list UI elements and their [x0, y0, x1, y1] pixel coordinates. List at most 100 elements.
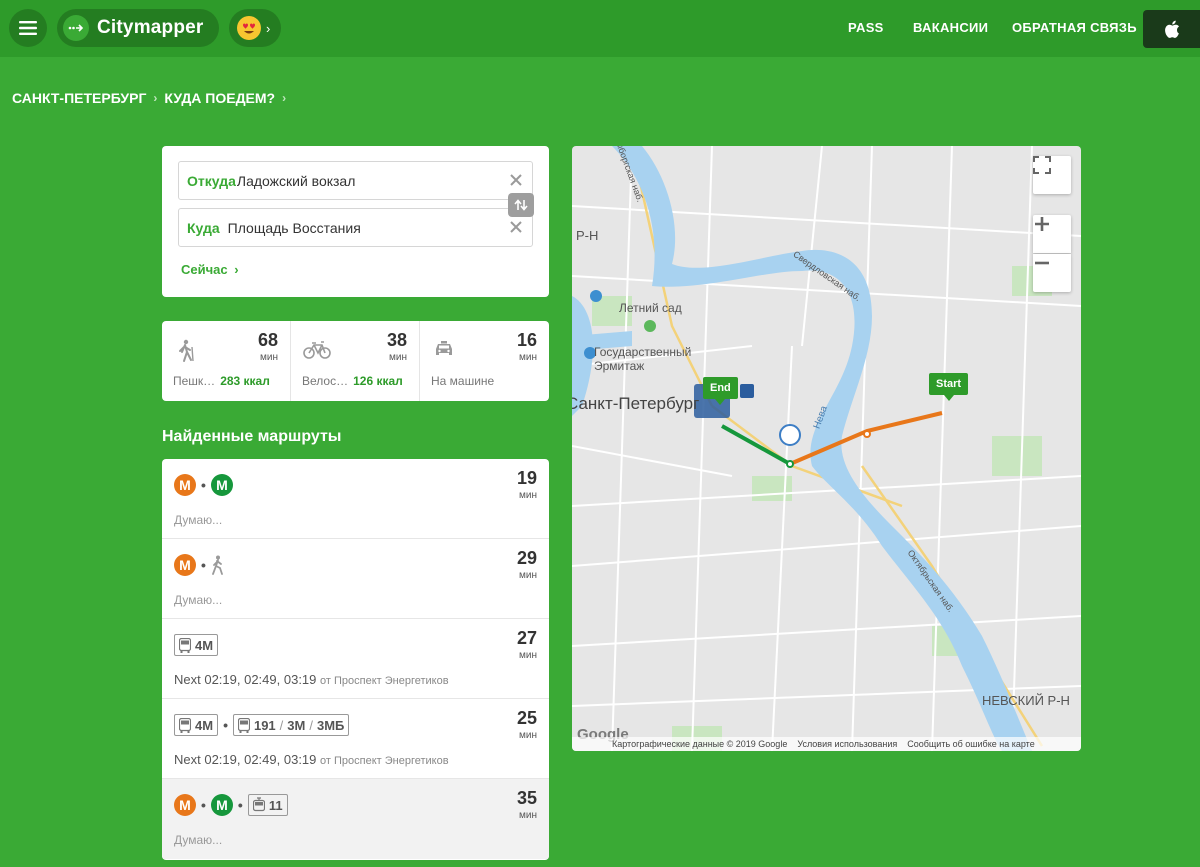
bus-number: 3M	[287, 717, 306, 733]
route-option[interactable]: M • 29 мин Думаю...	[162, 539, 549, 619]
mode-car[interactable]: 16 мин На машине	[420, 321, 549, 401]
map-label-city: Санкт-Петербург	[572, 394, 700, 413]
menu-button[interactable]	[9, 9, 47, 47]
bus-number: 191	[253, 717, 276, 733]
swap-button[interactable]	[508, 193, 534, 217]
separator-dot: •	[223, 717, 228, 733]
route-unit: мин	[519, 810, 537, 821]
route-legs: M • M • 11	[174, 794, 288, 816]
bus-badge-multi: 191 / 3M / 3MБ	[232, 714, 350, 736]
bus-icon	[179, 637, 191, 653]
mode-bike-time: 38	[386, 330, 407, 350]
mode-walk-unit: мин	[260, 352, 278, 363]
route-unit: мин	[519, 570, 537, 581]
to-field[interactable]: Куда Площадь Восстания	[178, 208, 533, 247]
slash-separator: /	[279, 717, 284, 733]
plus-icon	[1035, 217, 1049, 231]
nav-pass[interactable]: PASS	[848, 20, 884, 35]
breadcrumb-city[interactable]: САНКТ-ПЕТЕРБУРГ	[12, 90, 146, 106]
logo-text: Citymapper	[97, 17, 204, 38]
departure-time-label: Сейчас	[181, 262, 228, 277]
bus-icon	[237, 717, 250, 733]
clear-from-icon[interactable]	[508, 172, 524, 188]
mode-car-time: 16	[516, 330, 537, 350]
chevron-right-icon: ›	[153, 91, 158, 105]
separator-dot: •	[237, 797, 243, 813]
bus-icon	[179, 717, 191, 733]
tram-number: 11	[268, 797, 283, 813]
route-status: Думаю...	[174, 833, 223, 847]
routes-card: M • M 19 мин Думаю... M • 29 мин Думаю..…	[162, 459, 549, 860]
route-unit: мин	[519, 730, 537, 741]
swap-arrows-icon	[514, 199, 528, 211]
route-option[interactable]: 4M 27 мин Next 02:19, 02:49, 03:19 от Пр…	[162, 619, 549, 699]
map-data-credit: Картографические данные © 2019 Google	[612, 739, 788, 749]
route-option[interactable]: M • M 19 мин Думаю...	[162, 459, 549, 539]
app-store-button[interactable]	[1143, 10, 1200, 48]
terms-link[interactable]: Условия использования	[797, 739, 897, 749]
bike-icon	[303, 341, 331, 359]
clear-to-icon[interactable]	[508, 219, 524, 235]
fullscreen-icon	[1033, 156, 1051, 174]
zoom-in-button[interactable]	[1033, 215, 1071, 253]
bus-badge: 4M	[174, 714, 219, 736]
nav-feedback[interactable]: ОБРАТНАЯ СВЯЗЬ	[1012, 20, 1137, 35]
search-card: Откуда Ладожский вокзал Куда Площадь Вос…	[162, 146, 549, 297]
mode-car-label: На машине	[431, 374, 495, 388]
report-error-link[interactable]: Сообщить об ошибке на карте	[907, 739, 1034, 749]
mode-walk[interactable]: 68 мин Пешк… 283 ккал	[162, 321, 290, 401]
route-option[interactable]: M • M • 11 35 мин Думаю...	[162, 779, 549, 859]
route-time: 29	[516, 548, 537, 568]
chevron-right-icon: ›	[266, 20, 271, 36]
from-label: Откуда	[187, 172, 236, 189]
feedback-emoji-button[interactable]: ›	[229, 9, 281, 47]
map-label-nevsky-district: НЕВСКИЙ Р-Н	[982, 693, 1070, 708]
mode-walk-label: Пешк… 283 ккал	[173, 374, 270, 388]
mode-bike-unit: мин	[389, 352, 407, 363]
route-legs: 4M	[174, 634, 219, 656]
route-map[interactable]: Р-Н Летний сад Государственный Эрмитаж С…	[572, 146, 1081, 751]
route-option[interactable]: 4M • 191 / 3M / 3MБ 25 мин Next 02:19, 0…	[162, 699, 549, 779]
tram-badge: 11	[247, 794, 288, 816]
bus-number: 4M	[195, 637, 214, 653]
metro-green-icon: M	[210, 794, 233, 816]
end-pin[interactable]: End	[703, 377, 738, 405]
nav-vacancies[interactable]: ВАКАНСИИ	[913, 20, 988, 35]
apple-icon	[1164, 20, 1179, 38]
zoom-out-button[interactable]	[1033, 254, 1071, 292]
slash-separator: /	[309, 717, 313, 733]
routes-title: Найденные маршруты	[162, 428, 342, 445]
from-value: Ладожский вокзал	[236, 172, 356, 189]
route-time: 27	[516, 628, 537, 648]
route-status: Думаю...	[174, 593, 223, 607]
walk-icon	[179, 339, 194, 362]
start-pin[interactable]: Start	[929, 373, 969, 401]
modes-card: 68 мин Пешк… 283 ккал 38 мин Велос… 126 кк…	[162, 321, 549, 401]
route-unit: мин	[519, 650, 537, 661]
route-departures: Next 02:19, 02:49, 03:19 от Проспект Эне…	[174, 672, 449, 687]
map-label-hermitage: Государственный	[594, 345, 692, 359]
metro-orange-icon: M	[174, 474, 196, 496]
mode-walk-time: 68	[257, 330, 278, 350]
route-time: 25	[516, 708, 537, 728]
map-label-summer-garden: Летний сад	[619, 301, 682, 315]
walk-icon	[212, 555, 223, 575]
citymapper-logo[interactable]: Citymapper	[57, 9, 219, 47]
breadcrumb: САНКТ-ПЕТЕРБУРГ › КУДА ПОЕДЕМ? ›	[12, 90, 286, 106]
departure-time-link[interactable]: Сейчас ›	[181, 262, 239, 277]
hamburger-icon	[19, 21, 37, 35]
car-icon	[436, 341, 452, 355]
metro-green-icon: M	[210, 474, 233, 496]
to-label: Куда	[187, 219, 220, 236]
mode-bike-kcal: 126 ккал	[353, 374, 403, 388]
route-unit: мин	[519, 490, 537, 501]
map-canvas	[572, 146, 1081, 751]
bus-badge: 4M	[174, 634, 219, 656]
breadcrumb-where[interactable]: КУДА ПОЕДЕМ?	[164, 90, 275, 106]
from-field[interactable]: Откуда Ладожский вокзал	[178, 161, 533, 200]
mode-car-unit: мин	[519, 352, 537, 363]
logo-arrow-icon	[63, 15, 89, 41]
mode-bike[interactable]: 38 мин Велос… 126 ккал	[291, 321, 419, 401]
fullscreen-button[interactable]	[1033, 156, 1071, 194]
mode-bike-label: Велос… 126 ккал	[302, 374, 403, 388]
